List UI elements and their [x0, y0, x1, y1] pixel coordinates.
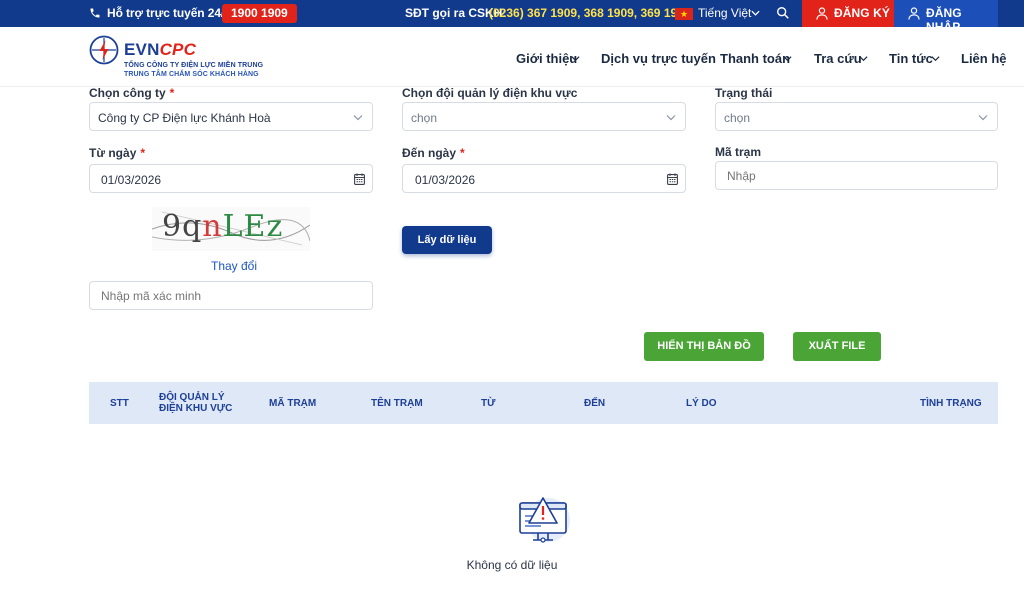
captcha-image: 9qnLEz	[152, 207, 310, 251]
from-date-input[interactable]: 01/03/2026	[89, 164, 373, 193]
hotline-badge[interactable]: 1900 1909	[222, 4, 297, 23]
calendar-icon[interactable]	[667, 173, 678, 185]
captcha-code: 9qnLEz	[162, 209, 284, 244]
phone-icon	[90, 8, 100, 18]
change-captcha-link[interactable]: Thay đổi	[211, 259, 257, 273]
to-date-value: 01/03/2026	[415, 173, 476, 187]
col-stt: STT	[110, 398, 129, 409]
register-label: Đăng ký	[834, 6, 891, 20]
status-select[interactable]: chọn	[715, 102, 998, 131]
to-date-input[interactable]: 01/03/2026	[402, 164, 686, 193]
fetch-data-button[interactable]: Lấy dữ liệu	[402, 226, 492, 254]
brand-line-1: TỔNG CÔNG TY ĐIỆN LỰC MIỀN TRUNG	[124, 62, 264, 69]
table-header: STT Đội quản lý điện khu vực Mã trạm Tên…	[89, 382, 998, 424]
chevron-down-icon	[353, 115, 363, 121]
brand-line-2: TRUNG TÂM CHĂM SÓC KHÁCH HÀNG	[124, 71, 259, 78]
user-icon	[908, 7, 920, 20]
station-code-label: Mã trạm	[715, 145, 762, 159]
chevron-down-icon[interactable]	[783, 55, 792, 62]
brand-name: EVNCPC	[124, 40, 197, 59]
captcha-input[interactable]	[89, 281, 373, 310]
user-icon	[816, 7, 828, 20]
login-button[interactable]: Đăng nhập	[894, 0, 998, 34]
no-data-icon	[519, 497, 570, 543]
company-select[interactable]: Công ty CP Điện lực Khánh Hoà	[89, 102, 373, 131]
station-code-input[interactable]	[715, 161, 998, 190]
chevron-down-icon[interactable]	[571, 55, 580, 62]
col-den: Đến	[584, 398, 606, 409]
top-bar: Hỗ trợ trực tuyến 24/7: 1900 1909 SĐT gọ…	[0, 0, 1024, 34]
search-icon[interactable]	[776, 6, 790, 20]
evn-logo-icon	[89, 35, 119, 65]
nav-lien-he[interactable]: Liên hệ	[961, 51, 1007, 66]
team-label: Chọn đội quản lý điện khu vực	[402, 86, 578, 100]
chevron-down-icon[interactable]	[751, 9, 760, 17]
team-select-value: chọn	[411, 111, 438, 125]
col-doi-quan-ly: Đội quản lý điện khu vực	[159, 392, 233, 414]
team-select[interactable]: chọn	[402, 102, 686, 131]
col-tu: Từ	[481, 398, 496, 409]
vietnam-flag-icon: ★	[675, 8, 693, 20]
nav-thanh-toan[interactable]: Thanh toán	[720, 51, 790, 66]
chevron-down-icon	[978, 115, 988, 121]
export-file-button[interactable]: Xuất file	[793, 332, 881, 361]
nav-gioi-thieu[interactable]: Giới thiệu	[516, 51, 577, 66]
nav-tin-tuc[interactable]: Tin tức	[889, 51, 933, 66]
col-tinh-trang: Tình trạng	[920, 398, 982, 409]
cskh-phones[interactable]: (0236) 367 1909, 368 1909, 369 1909	[489, 6, 691, 20]
col-ma-tram: Mã trạm	[269, 398, 317, 409]
evncpc-logo[interactable]: EVNCPC TỔNG CÔNG TY ĐIỆN LỰC MIỀN TRUNG …	[89, 33, 289, 83]
show-map-button[interactable]: Hiển thị bản đồ	[644, 332, 764, 361]
company-select-value: Công ty CP Điện lực Khánh Hoà	[98, 111, 271, 125]
chevron-down-icon[interactable]	[931, 55, 940, 62]
language-selector[interactable]: Tiếng Việt	[698, 6, 751, 20]
flag-star: ★	[680, 9, 689, 19]
from-date-value: 01/03/2026	[101, 173, 162, 187]
company-label: Chọn công ty *	[89, 86, 175, 100]
chevron-down-icon[interactable]	[859, 55, 868, 62]
col-ly-do: Lý do	[686, 398, 717, 409]
status-label: Trạng thái	[715, 86, 773, 100]
register-button[interactable]: Đăng ký	[802, 0, 894, 27]
support-label: Hỗ trợ trực tuyến 24/7:	[107, 6, 235, 20]
calendar-icon[interactable]	[354, 173, 365, 185]
from-date-label: Từ ngày *	[89, 146, 146, 160]
site-header: EVNCPC TỔNG CÔNG TY ĐIỆN LỰC MIỀN TRUNG …	[0, 27, 1024, 87]
status-select-value: chọn	[724, 111, 751, 125]
to-date-label: Đến ngày *	[402, 146, 465, 160]
chevron-down-icon	[666, 115, 676, 121]
empty-state-text: Không có dữ liệu	[466, 558, 558, 572]
nav-dich-vu-truc-tuyen[interactable]: Dịch vụ trực tuyến	[601, 51, 716, 66]
nav-tra-cuu[interactable]: Tra cứu	[814, 51, 862, 66]
col-ten-tram: Tên trạm	[371, 398, 423, 409]
